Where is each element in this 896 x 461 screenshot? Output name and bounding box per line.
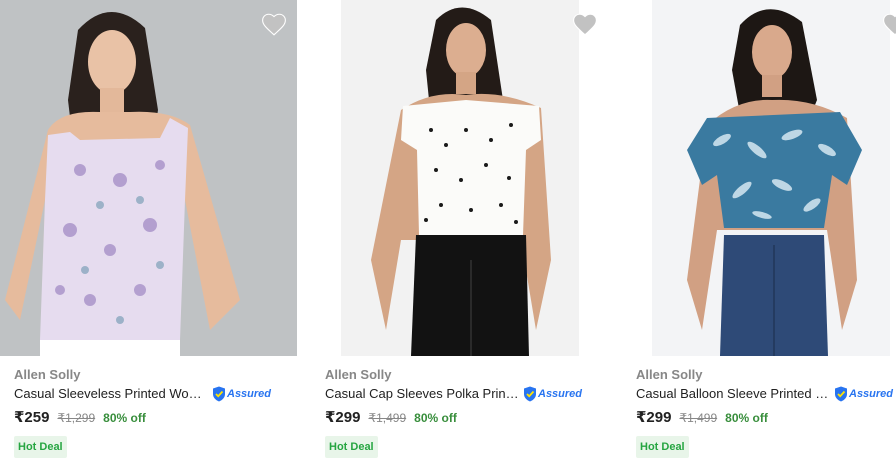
assured-label: Assured <box>849 388 894 400</box>
product-discount: 80% off <box>103 411 146 425</box>
product-image[interactable] <box>341 0 579 356</box>
price-row: ₹299 ₹1,499 80% off <box>636 408 896 430</box>
product-mrp: ₹1,499 <box>368 411 407 425</box>
product-info: Allen Solly Casual Cap Sleeves Polka Pri… <box>325 366 607 458</box>
product-brand: Allen Solly <box>14 367 81 382</box>
product-card[interactable]: Allen Solly Casual Sleeveless Printed Wo… <box>0 0 300 461</box>
product-image[interactable] <box>652 0 890 356</box>
shield-icon <box>213 386 225 402</box>
assured-badge: Assured <box>212 386 271 402</box>
assured-label: Assured <box>227 388 272 400</box>
product-brand: Allen Solly <box>325 367 392 382</box>
product-mrp: ₹1,499 <box>679 411 718 425</box>
product-price: ₹259 <box>14 409 50 426</box>
product-card[interactable]: Allen Solly Casual Balloon Sleeve Printe… <box>622 0 896 461</box>
hot-deal-badge: Hot Deal <box>14 436 67 458</box>
product-title-row: Casual Cap Sleeves Polka Print Women Whi… <box>325 384 607 404</box>
assured-badge: Assured <box>523 386 582 402</box>
price-row: ₹299 ₹1,499 80% off <box>325 408 607 430</box>
product-title-link[interactable]: Casual Cap Sleeves Polka Print Women Whi… <box>325 385 521 403</box>
product-title-link[interactable]: Casual Balloon Sleeve Printed Women Blue… <box>636 385 832 403</box>
product-brand: Allen Solly <box>636 367 703 382</box>
price-row: ₹259 ₹1,299 80% off <box>14 408 296 430</box>
hot-deal-badge: Hot Deal <box>325 436 378 458</box>
product-info: Allen Solly Casual Balloon Sleeve Printe… <box>636 366 896 458</box>
wishlist-heart-icon[interactable] <box>261 12 287 36</box>
product-image[interactable] <box>0 0 297 356</box>
shield-icon <box>835 386 847 402</box>
product-title-row: Casual Sleeveless Printed Women's Purple… <box>14 384 296 404</box>
shield-icon <box>524 386 536 402</box>
product-price: ₹299 <box>325 409 361 426</box>
hot-deal-badge: Hot Deal <box>636 436 689 458</box>
assured-label: Assured <box>538 388 583 400</box>
wishlist-heart-icon[interactable] <box>882 12 896 36</box>
product-title-link[interactable]: Casual Sleeveless Printed Women's Purple… <box>14 385 210 403</box>
product-info: Allen Solly Casual Sleeveless Printed Wo… <box>14 366 296 458</box>
product-discount: 80% off <box>414 411 457 425</box>
product-title-row: Casual Balloon Sleeve Printed Women Blue… <box>636 384 896 404</box>
product-grid: Allen Solly Casual Sleeveless Printed Wo… <box>0 0 896 461</box>
product-mrp: ₹1,299 <box>57 411 96 425</box>
wishlist-heart-icon[interactable] <box>572 12 598 36</box>
product-price: ₹299 <box>636 409 672 426</box>
product-card[interactable]: Allen Solly Casual Cap Sleeves Polka Pri… <box>311 0 611 461</box>
assured-badge: Assured <box>834 386 893 402</box>
product-discount: 80% off <box>725 411 768 425</box>
